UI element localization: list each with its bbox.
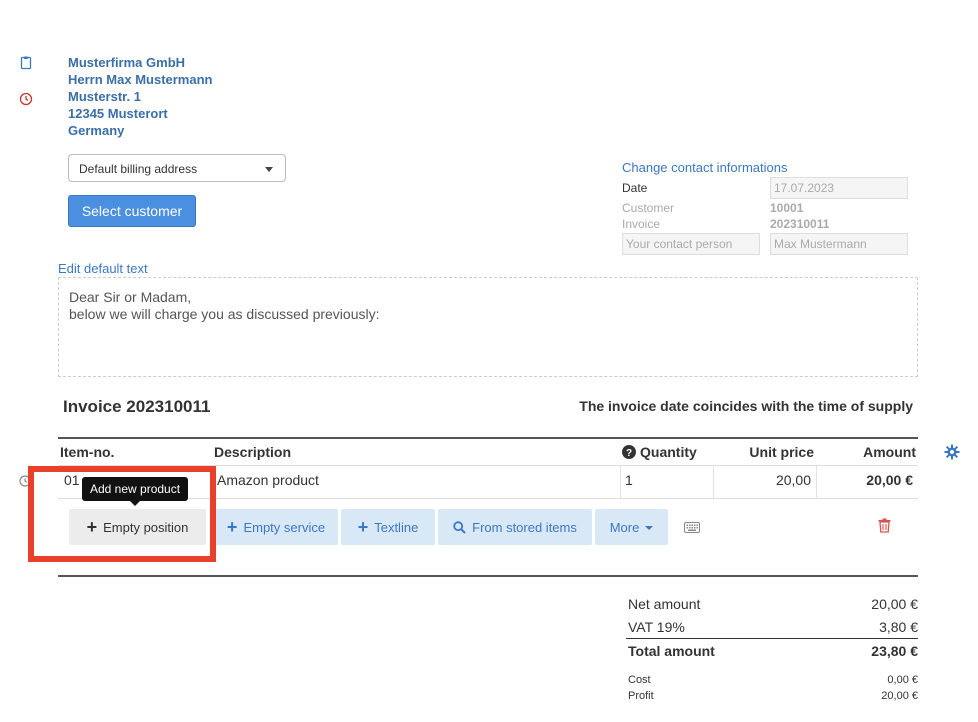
default-text-line-2: below we will charge you as discussed pr…: [69, 306, 380, 322]
more-label: More: [609, 519, 640, 535]
address-city: 12345 Musterort: [68, 106, 168, 121]
empty-service-button[interactable]: + Empty service: [214, 509, 338, 545]
gear-icon[interactable]: [944, 444, 960, 465]
header-amount: Amount: [863, 444, 916, 460]
billing-address-value: Default billing address: [79, 162, 198, 176]
supply-note: The invoice date coincides with the time…: [579, 398, 913, 414]
textline-label: Textline: [374, 519, 419, 535]
total-amount-value: 23,80 €: [871, 643, 918, 659]
from-stored-items-button[interactable]: From stored items: [438, 509, 592, 545]
header-item-no: Item-no.: [60, 444, 115, 460]
address-street: Musterstr. 1: [68, 89, 141, 104]
cost-label: Cost: [628, 674, 651, 686]
default-text-box[interactable]: Dear Sir or Madam, below we will charge …: [58, 277, 918, 377]
table-bottom-border: [58, 575, 918, 577]
invoice-label: Invoice: [622, 217, 661, 231]
plus-icon: +: [226, 517, 238, 537]
header-quantity-label: Quantity: [640, 444, 697, 460]
from-stored-items-label: From stored items: [472, 519, 577, 535]
trash-icon[interactable]: [878, 518, 891, 538]
net-amount-value: 20,00 €: [871, 596, 918, 612]
cell-divider: [713, 466, 714, 498]
svg-text:?: ?: [626, 448, 632, 459]
vat-value: 3,80 €: [879, 619, 918, 635]
row-unit-price[interactable]: 20,00: [776, 472, 811, 488]
header-unit-price: Unit price: [749, 444, 814, 460]
contact-person-field[interactable]: Your contact person: [622, 233, 760, 255]
date-label: Date: [622, 181, 648, 195]
customer-number: 10001: [770, 201, 804, 215]
profit-label: Profit: [628, 690, 654, 702]
clock-icon[interactable]: [18, 91, 34, 107]
edit-default-text-link[interactable]: Edit default text: [58, 261, 148, 276]
cost-value: 0,00 €: [887, 674, 918, 686]
row-quantity[interactable]: 1: [625, 472, 633, 488]
row-description[interactable]: Amazon product: [217, 472, 319, 488]
highlight-box: [28, 466, 216, 562]
address-company: Musterfirma GmbH: [68, 55, 186, 70]
invoice-number: 202310011: [770, 217, 830, 231]
customer-address: Musterfirma GmbH Herrn Max Mustermann Mu…: [68, 54, 212, 139]
totals-separator: [626, 638, 918, 639]
caret-down-icon: [645, 526, 654, 530]
plus-icon: +: [357, 517, 369, 537]
select-customer-button[interactable]: Select customer: [68, 195, 196, 227]
contact-person-name-field[interactable]: Max Mustermann: [770, 233, 908, 255]
more-dropdown-button[interactable]: More: [595, 509, 668, 545]
address-name: Herrn Max Mustermann: [68, 72, 213, 87]
question-circle-icon[interactable]: ?: [622, 445, 636, 459]
keyboard-icon[interactable]: [684, 520, 700, 538]
clipboard-icon[interactable]: [18, 55, 34, 71]
customer-label: Customer: [622, 201, 675, 215]
profit-value: 20,00 €: [881, 690, 918, 702]
cell-divider: [816, 466, 817, 498]
default-text-line-1: Dear Sir or Madam,: [69, 289, 192, 305]
row-amount: 20,00 €: [866, 472, 913, 488]
address-country: Germany: [68, 123, 125, 138]
date-field[interactable]: 17.07.2023: [770, 177, 908, 199]
cell-divider: [620, 466, 621, 498]
header-description: Description: [214, 444, 292, 460]
caret-down-icon: [265, 167, 273, 172]
textline-button[interactable]: + Textline: [341, 509, 435, 545]
vat-label: VAT 19%: [628, 619, 685, 635]
search-icon: [453, 520, 466, 534]
invoice-title: Invoice 202310011: [63, 397, 211, 416]
empty-service-label: Empty service: [243, 519, 326, 535]
header-quantity: ? Quantity: [622, 444, 697, 460]
total-amount-label: Total amount: [628, 643, 715, 659]
billing-address-select[interactable]: Default billing address: [68, 154, 286, 182]
change-contact-link[interactable]: Change contact informations: [622, 160, 787, 175]
table-top-border: [58, 437, 918, 439]
net-amount-label: Net amount: [628, 596, 701, 612]
